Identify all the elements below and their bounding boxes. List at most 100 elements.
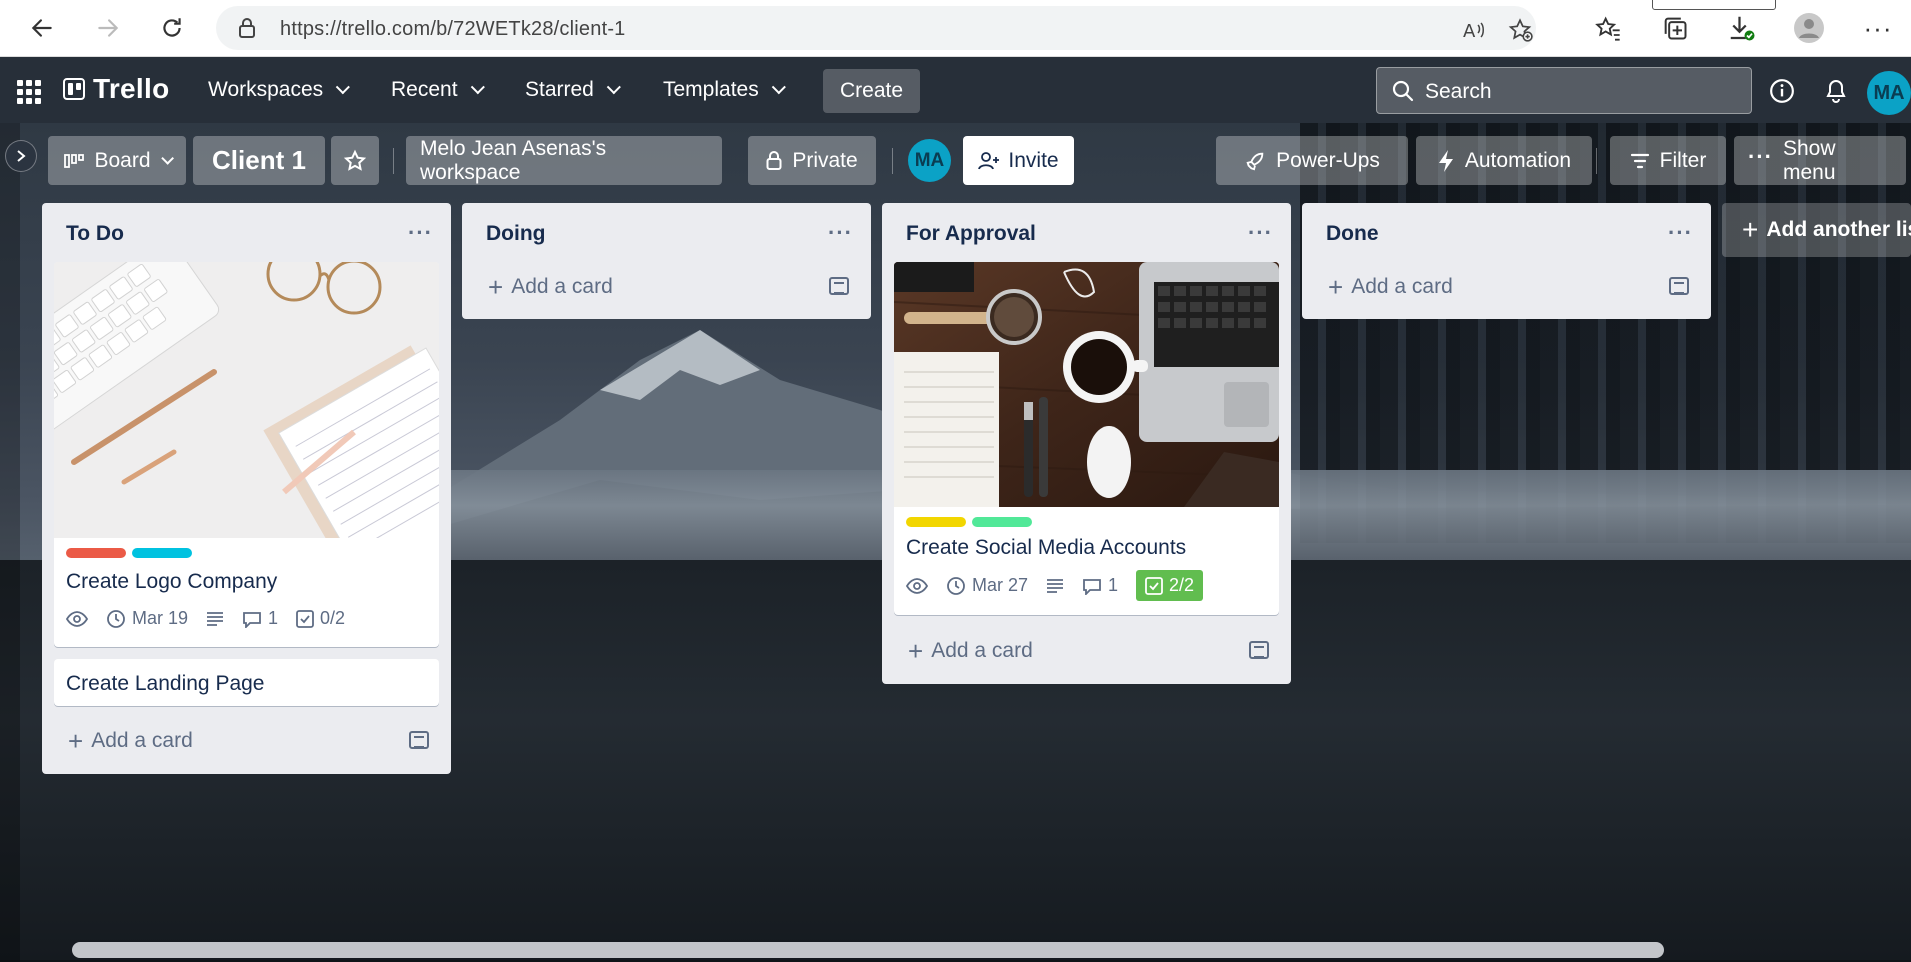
plus-icon: + — [1742, 214, 1759, 245]
nav-templates[interactable]: Templates — [663, 74, 786, 106]
app-switcher-icon[interactable] — [17, 80, 41, 104]
nav-label: Workspaces — [208, 78, 324, 101]
board-title[interactable]: Client 1 — [193, 136, 325, 185]
chevron-down-icon — [160, 152, 174, 165]
coffee-desk-illustration — [894, 262, 1279, 507]
workspace-button[interactable]: Melo Jean Asenas's workspace — [406, 136, 722, 185]
due-date-text: Mar 19 — [132, 608, 189, 628]
list-title[interactable]: Doing — [486, 222, 545, 246]
trello-logo[interactable]: Trello — [63, 73, 170, 105]
nav-recent[interactable]: Recent — [391, 74, 485, 106]
add-card-button[interactable]: + Add a card — [474, 267, 859, 307]
url-text: https://trello.com/b/72WETk28/client-1 — [280, 18, 626, 40]
add-card-button[interactable]: + Add a card — [894, 631, 1279, 671]
search-input[interactable]: Search — [1376, 67, 1752, 114]
clock-icon — [947, 576, 965, 595]
board-view-switcher[interactable]: Board — [48, 136, 186, 185]
divider — [1596, 148, 1597, 174]
eye-icon — [906, 577, 928, 594]
create-button[interactable]: Create — [823, 69, 920, 113]
profile-button[interactable] — [1789, 10, 1829, 46]
power-ups-button[interactable]: Power-Ups — [1216, 136, 1408, 185]
card-create-logo-company[interactable]: Create Logo Company Mar 19 1 0/2 — [54, 262, 439, 647]
card-labels[interactable] — [66, 548, 427, 558]
add-card-label: Add a card — [931, 639, 1033, 662]
label-lime — [972, 517, 1032, 527]
sidebar-toggle-button[interactable] — [5, 140, 37, 172]
list-menu-icon[interactable]: ··· — [828, 220, 853, 246]
comments-badge: 1 — [1082, 575, 1118, 596]
address-bar[interactable]: https://trello.com/b/72WETk28/client-1 A — [216, 6, 1536, 50]
chevron-down-icon — [335, 80, 351, 95]
description-icon — [207, 611, 224, 626]
card-title: Create Logo Company — [66, 570, 278, 593]
list-menu-icon[interactable]: ··· — [408, 220, 433, 246]
list-header[interactable]: For Approval ··· — [882, 203, 1291, 261]
notifications-button[interactable] — [1821, 76, 1851, 106]
desk-scene-illustration — [54, 262, 439, 538]
bell-icon — [1826, 79, 1846, 103]
show-menu-button[interactable]: ··· Show menu — [1734, 136, 1906, 185]
due-date-text: Mar 27 — [972, 575, 1029, 595]
due-date-badge[interactable]: Mar 27 — [946, 575, 1028, 596]
info-button[interactable] — [1767, 76, 1797, 106]
visibility-button[interactable]: Private — [748, 136, 876, 185]
list-title[interactable]: To Do — [66, 222, 124, 246]
card-create-social-media-accounts[interactable]: Create Social Media Accounts Mar 27 1 2/… — [894, 262, 1279, 615]
forward-button[interactable] — [88, 8, 128, 48]
due-date-badge[interactable]: Mar 19 — [106, 608, 188, 629]
list-header[interactable]: To Do ··· — [42, 203, 451, 261]
card-template-icon[interactable] — [1249, 641, 1269, 659]
tooltip-fragment — [1652, 0, 1776, 10]
star-board-button[interactable] — [331, 136, 379, 185]
nav-workspaces[interactable]: Workspaces — [208, 74, 351, 106]
card-template-icon[interactable] — [829, 277, 849, 295]
star-icon — [343, 149, 367, 171]
favorites-button[interactable] — [1588, 10, 1628, 46]
list-menu-icon[interactable]: ··· — [1248, 220, 1273, 246]
download-icon — [1730, 16, 1755, 41]
card-template-icon[interactable] — [1669, 277, 1689, 295]
refresh-button[interactable] — [152, 8, 192, 48]
nav-starred[interactable]: Starred — [525, 74, 621, 106]
automation-label: Automation — [1464, 148, 1572, 172]
user-avatar[interactable]: MA — [1867, 71, 1911, 115]
invite-label: Invite — [1008, 148, 1059, 172]
add-card-button[interactable]: + Add a card — [54, 721, 439, 761]
board-view-label: Board — [94, 148, 151, 172]
add-card-button[interactable]: + Add a card — [1314, 267, 1699, 307]
info-icon — [1770, 79, 1794, 103]
card-labels[interactable] — [906, 517, 1267, 527]
label-yellow — [906, 517, 966, 527]
add-card-label: Add a card — [511, 275, 613, 298]
member-avatar[interactable]: MA — [908, 139, 951, 182]
card-create-landing-page[interactable]: Create Landing Page — [54, 659, 439, 706]
list-title[interactable]: Done — [1326, 222, 1379, 246]
list-menu-icon[interactable]: ··· — [1668, 220, 1693, 246]
card-title: Create Landing Page — [66, 672, 265, 695]
browser-menu-button[interactable]: ··· — [1858, 10, 1898, 46]
invite-button[interactable]: Invite — [963, 136, 1074, 185]
list-header[interactable]: Doing ··· — [462, 203, 871, 261]
automation-button[interactable]: Automation — [1416, 136, 1592, 185]
add-favorite-icon[interactable] — [1506, 16, 1534, 44]
add-list-label: Add another lis — [1766, 218, 1911, 241]
back-button[interactable] — [22, 8, 62, 48]
list-to-do: To Do ··· Create Logo Company Mar 19 1 0… — [42, 203, 451, 774]
rocket-icon — [1246, 152, 1264, 170]
collections-button[interactable] — [1655, 10, 1695, 46]
checklist-count: 2/2 — [1169, 575, 1195, 595]
list-title[interactable]: For Approval — [906, 222, 1036, 246]
read-aloud-icon[interactable]: A — [1460, 16, 1488, 44]
board-horizontal-scrollbar[interactable] — [72, 942, 1664, 958]
browser-toolbar: https://trello.com/b/72WETk28/client-1 A… — [0, 0, 1911, 57]
svg-text:A: A — [1463, 21, 1476, 41]
add-list-button[interactable]: + Add another lis — [1722, 203, 1911, 257]
list-header[interactable]: Done ··· — [1302, 203, 1711, 261]
downloads-button[interactable] — [1722, 10, 1762, 46]
card-title: Create Social Media Accounts — [906, 536, 1187, 559]
filter-button[interactable]: Filter — [1610, 136, 1726, 185]
checklist-icon — [296, 609, 314, 628]
card-template-icon[interactable] — [409, 731, 429, 749]
logo-text: Trello — [93, 73, 170, 104]
